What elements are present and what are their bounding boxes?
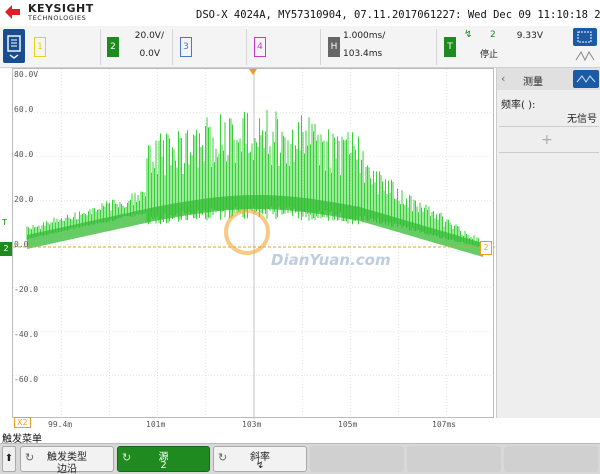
brand-subtitle: TECHNOLOGIES — [28, 14, 87, 22]
measurement-mode-button[interactable] — [573, 70, 599, 88]
document-menu-icon — [7, 35, 21, 59]
softkey-value: ↯ — [255, 460, 265, 471]
channel-2-ground-marker[interactable]: 2 — [0, 242, 12, 256]
divider — [320, 29, 321, 65]
main-menu-button[interactable] — [3, 29, 25, 63]
divider — [436, 29, 437, 65]
divider — [499, 126, 599, 127]
horizontal-key[interactable]: H — [328, 37, 340, 57]
keysight-logo-icon — [5, 5, 20, 19]
zoom-box-icon — [577, 31, 592, 43]
arrow-up-icon: ⬆ — [4, 453, 14, 464]
waveform-mode-button[interactable] — [573, 47, 597, 65]
softkey-empty[interactable] — [504, 446, 598, 472]
y-axis-label: 20.0 — [14, 195, 34, 204]
y-axis-label: 0.0 — [14, 240, 29, 249]
channel-3-key[interactable]: 3 — [180, 37, 192, 57]
trigger-level: 9.33V — [516, 31, 543, 41]
x-axis-label: 105m — [338, 420, 358, 429]
divider — [100, 29, 101, 65]
divider — [246, 29, 247, 65]
channel-2-trace — [26, 110, 484, 257]
trigger-key[interactable]: T — [444, 37, 456, 57]
frequency-label: 频率( ): — [501, 100, 536, 111]
softkey-empty[interactable] — [310, 446, 404, 472]
x-axis-label: 101m — [146, 420, 166, 429]
softkey-slope[interactable]: ↻ 斜率 ↯ — [213, 446, 307, 472]
x-axis-label: 103m — [242, 420, 262, 429]
trigger-position-marker[interactable] — [249, 69, 257, 75]
softkey-source[interactable]: ↻ 源 2 — [117, 446, 210, 472]
back-up-button[interactable]: ⬆ — [2, 446, 16, 472]
y-axis-label: 80.0V — [14, 70, 39, 79]
measurement-panel: ‹ 测量 频率( ): 无信号 + — [496, 68, 600, 418]
timebase-scale: 1.000ms/ — [343, 31, 386, 41]
x-axis-label: 99.4m — [48, 420, 73, 429]
channel-2-key[interactable]: 2 — [107, 37, 119, 57]
softkey-empty[interactable] — [407, 446, 501, 472]
channel-4-key[interactable]: 4 — [254, 37, 266, 57]
title-bar: KEYSIGHT TECHNOLOGIES DSO-X 4024A, MY573… — [0, 0, 600, 26]
channel-2-right-marker: 2 — [480, 241, 492, 255]
channel-bar: 1 2 20.0V/ 0.0V 3 4 H 1.000ms/ 103.4ms T… — [0, 26, 600, 68]
softkey-value: 2 — [160, 460, 167, 471]
waveform-icon — [575, 50, 595, 62]
divider — [172, 29, 173, 65]
waveform-envelope — [27, 195, 483, 257]
channel-1-key[interactable]: 1 — [34, 37, 46, 57]
y-axis-label: -20.0 — [14, 285, 39, 294]
y-axis-label: -40.0 — [14, 330, 39, 339]
waveform-graticule: DianYuan.com — [13, 69, 495, 419]
y-axis-label: 60.0 — [14, 105, 34, 114]
rising-edge-icon: ↯ — [464, 29, 473, 40]
measurement-title: 测量 — [523, 77, 543, 88]
frequency-value: 无信号 — [567, 114, 597, 125]
waveform-display[interactable]: DianYuan.com — [12, 68, 495, 419]
svg-text:DianYuan.com: DianYuan.com — [271, 251, 391, 269]
channel-2-scale: 20.0V/ — [134, 31, 164, 41]
measure-icon — [576, 75, 596, 83]
instrument-info: DSO-X 4024A, MY57310904, 07.11.201706122… — [196, 9, 600, 21]
y-axis-label: 40.0 — [14, 150, 34, 159]
softkey-trigger-type[interactable]: ↻ 触发类型 边沿 — [20, 446, 114, 474]
trigger-source: 2 — [490, 30, 496, 40]
trigger-level-marker-label: T — [2, 218, 7, 227]
chevron-left-icon[interactable]: ‹ — [501, 72, 505, 85]
divider — [499, 152, 599, 153]
x-axis-label: 107ms — [432, 420, 457, 429]
run-status: 停止 — [480, 50, 499, 60]
timebase-delay: 103.4ms — [343, 49, 383, 59]
add-measurement-button[interactable]: + — [541, 132, 553, 148]
x2-cursor-marker[interactable]: X2 — [14, 417, 31, 428]
y-axis-label: -60.0 — [14, 375, 39, 384]
zoom-button[interactable] — [573, 28, 597, 46]
channel-2-offset: 0.0V — [139, 49, 160, 59]
softkey-value: 边沿 — [57, 464, 77, 474]
